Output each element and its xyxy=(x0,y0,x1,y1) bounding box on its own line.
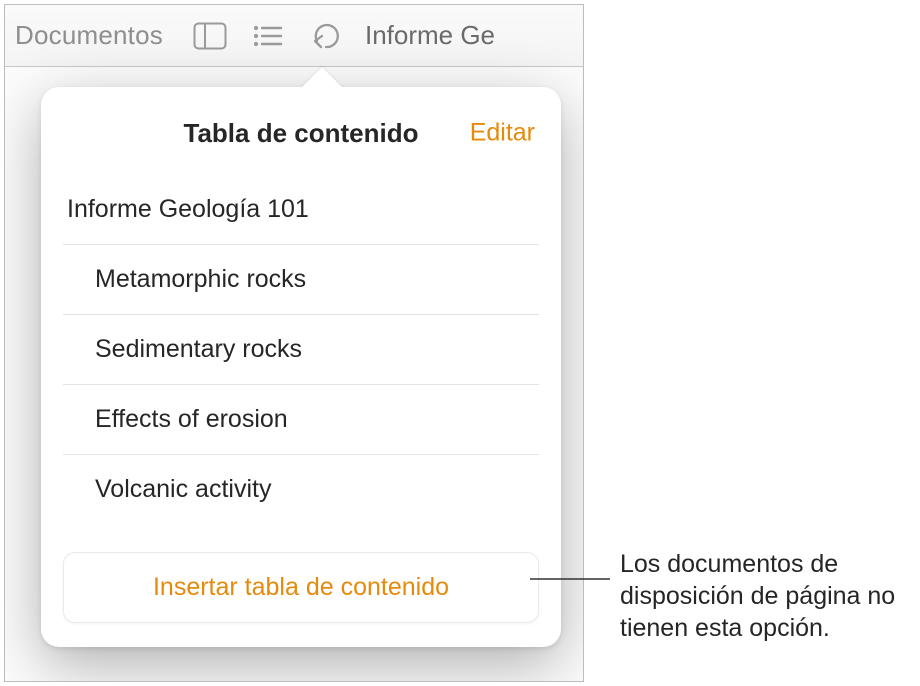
app-frame: Documentos Informe Ge xyxy=(4,4,584,682)
toc-item[interactable]: Volcanic activity xyxy=(63,455,539,524)
callout-text: Los documentos de disposición de página … xyxy=(620,548,910,644)
toc-item[interactable]: Effects of erosion xyxy=(63,385,539,455)
insert-toc-button[interactable]: Insertar tabla de contenido xyxy=(63,552,539,623)
documents-back-label[interactable]: Documentos xyxy=(15,20,163,51)
sidebar-toggle-icon[interactable] xyxy=(181,22,239,50)
toc-popover: Tabla de contenido Editar Informe Geolog… xyxy=(41,87,561,647)
popover-header: Tabla de contenido Editar xyxy=(63,111,539,155)
toc-item[interactable]: Metamorphic rocks xyxy=(63,245,539,315)
undo-icon[interactable] xyxy=(297,21,355,51)
popover-arrow xyxy=(300,67,344,89)
toc-list: Informe Geología 101 Metamorphic rocks S… xyxy=(63,175,539,524)
document-title: Informe Ge xyxy=(365,20,495,51)
popover-title: Tabla de contenido xyxy=(184,118,419,149)
toc-item[interactable]: Sedimentary rocks xyxy=(63,315,539,385)
toolbar: Documentos Informe Ge xyxy=(5,5,583,67)
toc-item[interactable]: Informe Geología 101 xyxy=(63,175,539,245)
edit-button[interactable]: Editar xyxy=(470,119,535,148)
toc-icon[interactable] xyxy=(239,22,297,50)
